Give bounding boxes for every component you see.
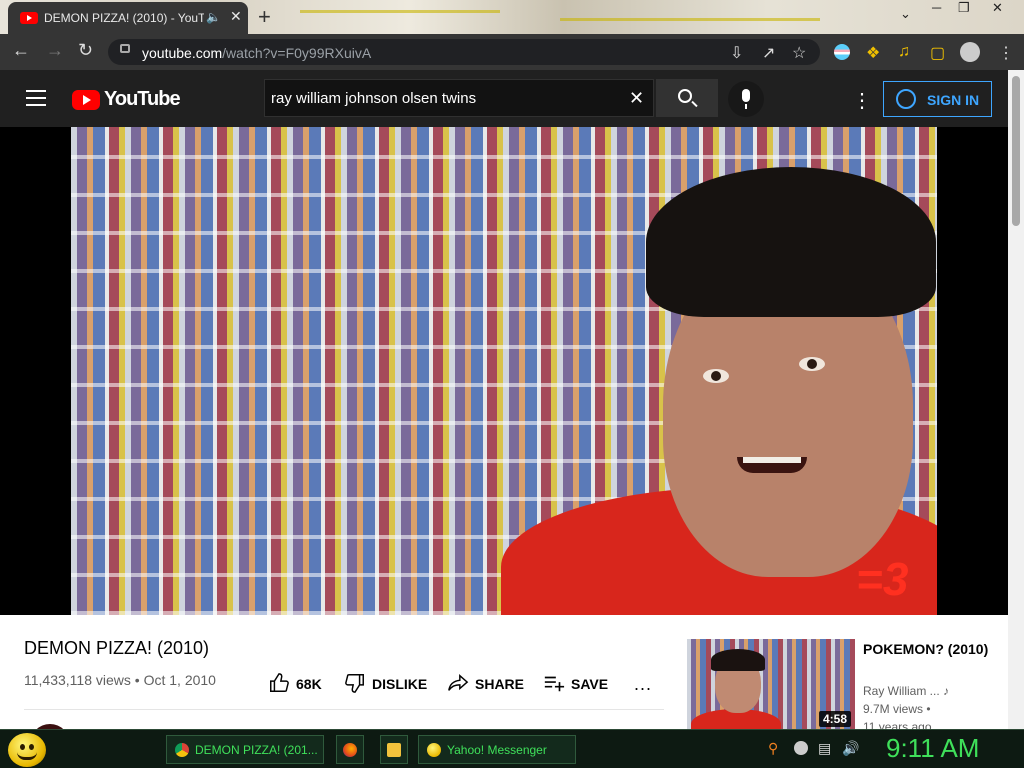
teeth (743, 457, 801, 463)
related-video-thumbnail[interactable]: 4:58 (687, 639, 855, 731)
firefox-icon (343, 743, 357, 757)
search-query: ray william johnson olsen twins (271, 90, 477, 107)
status-tray-icon[interactable] (794, 741, 808, 755)
tab-close-icon[interactable]: ✕ (230, 8, 242, 25)
dislike-label: DISLIKE (372, 676, 428, 692)
related-view-count: 9.7M views • (863, 702, 931, 716)
youtube-favicon-icon (20, 12, 38, 24)
address-bar[interactable]: youtube.com/watch?v=F0y99RXuivA (108, 39, 820, 65)
messenger-smiley-icon (427, 743, 441, 757)
media-controls-icon[interactable]: ♫ (898, 43, 910, 61)
share-arrow-icon (448, 674, 469, 691)
volume-tray-icon[interactable]: 🔊 (842, 740, 859, 757)
lock-icon (120, 44, 130, 53)
taskbar-item-firefox[interactable] (336, 735, 364, 764)
dislike-button[interactable]: DISLIKE (344, 672, 434, 696)
scrollbar-thumb[interactable] (1012, 76, 1020, 226)
settings-menu-icon[interactable]: ⋮ (852, 88, 872, 113)
bookmark-star-icon[interactable]: ☆ (792, 43, 806, 63)
forward-arrow-icon[interactable]: → (46, 40, 64, 61)
tab-title: DEMON PIZZA! (2010) - YouTube (44, 11, 204, 25)
music-note-icon: ♪ (943, 684, 950, 698)
playlist-add-icon (544, 676, 565, 692)
browser-tab-active[interactable]: DEMON PIZZA! (2010) - YouTube 🔈 ✕ (8, 2, 248, 34)
restore-window-button[interactable]: ❐ (958, 0, 970, 16)
tab-audio-icon[interactable]: 🔈 (206, 10, 221, 24)
taskbar-item-label: Yahoo! Messenger (447, 743, 547, 757)
sign-in-label: SIGN IN (927, 92, 980, 108)
thumbs-up-icon (270, 673, 289, 692)
microphone-icon (742, 89, 750, 102)
profile-extension-icon[interactable] (834, 44, 850, 60)
extensions-puzzle-icon[interactable]: ❖ (866, 43, 880, 63)
taskbar-item-yahoo-messenger[interactable]: Yahoo! Messenger (418, 735, 576, 764)
video-duration: 4:58 (818, 711, 851, 727)
like-button[interactable]: 68K (268, 672, 328, 696)
folder-icon (387, 743, 401, 757)
browser-toolbar: ← → ↻ youtube.com/watch?v=F0y99RXuivA ⇩ … (0, 34, 1024, 70)
right-eye (799, 357, 825, 371)
more-actions-button[interactable]: ... (634, 674, 652, 695)
search-input[interactable]: ray william johnson olsen twins ✕ (264, 79, 654, 117)
page-scrollbar[interactable] (1008, 70, 1024, 729)
clear-search-icon[interactable]: ✕ (629, 88, 644, 109)
search-tray-icon[interactable]: ⚲ (768, 740, 778, 757)
search-icon (678, 89, 692, 103)
search-button[interactable] (656, 79, 718, 117)
url-text: youtube.com/watch?v=F0y99RXuivA (142, 45, 372, 61)
close-window-button[interactable]: ✕ (992, 0, 1003, 16)
video-watermark: =3 (856, 553, 909, 605)
side-panel-icon[interactable]: ▢ (930, 43, 945, 63)
related-channel-name[interactable]: Ray William ... ♪ (863, 684, 949, 698)
share-label: SHARE (475, 676, 525, 692)
video-meta: 11,433,118 views • Oct 1, 2010 (24, 672, 216, 688)
upload-date: Oct 1, 2010 (143, 672, 216, 688)
save-label: SAVE (571, 676, 609, 692)
youtube-play-icon (72, 90, 100, 110)
decor-stripe (560, 18, 820, 21)
new-tab-button[interactable]: + (258, 4, 271, 30)
tab-search-icon[interactable]: ⌄ (900, 6, 911, 22)
view-count: 11,433,118 views (24, 672, 131, 688)
meta-separator: • (130, 672, 144, 688)
decor-stripe (300, 10, 500, 13)
install-app-icon[interactable]: ⇩ (730, 43, 743, 63)
minimize-window-button[interactable]: ─ (932, 0, 941, 15)
share-button[interactable]: SHARE (447, 672, 527, 696)
hamburger-menu-icon[interactable] (26, 90, 46, 106)
thumb-hair (711, 649, 765, 671)
video-title: DEMON PIZZA! (2010) (24, 638, 210, 658)
video-frame[interactable]: =3 (71, 127, 937, 615)
save-button[interactable]: SAVE (543, 672, 613, 696)
taskbar-item-folder[interactable] (380, 735, 408, 764)
network-tray-icon[interactable]: ▤ (818, 740, 831, 757)
taskbar-item-chrome[interactable]: DEMON PIZZA! (201... (166, 735, 324, 764)
taskbar-item-label: DEMON PIZZA! (201... (195, 743, 318, 757)
start-smiley-icon[interactable] (8, 733, 46, 767)
section-divider (24, 709, 664, 710)
share-page-icon[interactable]: ↗ (762, 43, 775, 63)
like-count: 68K (296, 676, 322, 692)
voice-search-button[interactable] (728, 81, 764, 117)
account-icon (896, 89, 916, 109)
youtube-wordmark: YouTube (104, 88, 181, 110)
sign-in-button[interactable]: SIGN IN (883, 81, 992, 117)
reload-icon[interactable]: ↻ (78, 40, 93, 61)
taskbar-clock[interactable]: 9:11 AM (886, 733, 979, 764)
left-eye (703, 369, 729, 383)
thumbs-down-icon (345, 674, 364, 693)
related-video-title[interactable]: POKEMON? (2010) (863, 639, 993, 659)
browser-menu-icon[interactable]: ⋮ (998, 43, 1014, 63)
spiky-hair (646, 167, 936, 317)
browser-tab-strip: DEMON PIZZA! (2010) - YouTube 🔈 ✕ + ⌄ ─ … (0, 0, 1024, 34)
youtube-header: YouTube ray william johnson olsen twins … (0, 70, 1012, 127)
profile-avatar-icon[interactable] (960, 42, 980, 62)
back-arrow-icon[interactable]: ← (12, 40, 30, 61)
microphone-stem (745, 104, 747, 109)
chrome-icon (175, 743, 189, 757)
taskbar: DEMON PIZZA! (201... Yahoo! Messenger ⚲ … (0, 729, 1024, 768)
